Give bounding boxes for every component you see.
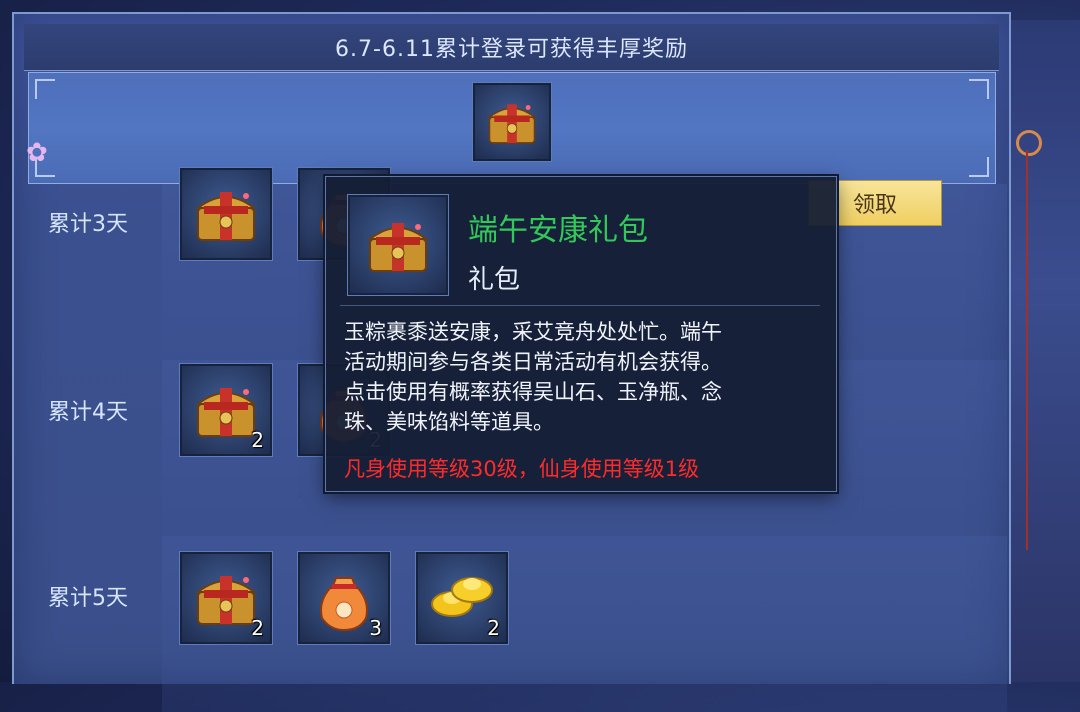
item-name: 端午安康礼包 <box>468 213 648 248</box>
treasure-chest-icon <box>483 93 541 151</box>
title-bar: 6.7-6.11累计登录可获得丰厚奖励 <box>24 24 999 71</box>
tooltip-item-slot <box>348 195 448 295</box>
reward-row-day5: 累计5天 2 3 2 <box>42 536 1007 712</box>
hanging-string <box>1026 150 1028 550</box>
item-count: 2 <box>251 616 264 640</box>
lamp-icon <box>1016 130 1042 156</box>
item-count: 2 <box>487 616 500 640</box>
description-line: 点击使用有概率获得吴山石、玉净瓶、念 <box>344 380 722 404</box>
row-background <box>162 536 1007 712</box>
divider <box>340 305 820 306</box>
treasure-chest-icon <box>190 178 262 250</box>
item-count: 2 <box>251 428 264 452</box>
reward-slot[interactable]: 2 <box>180 552 272 644</box>
corner-ornament <box>969 79 989 99</box>
description-line: 活动期间参与各类日常活动有机会获得。 <box>344 350 722 374</box>
reward-slot[interactable]: 2 <box>416 552 508 644</box>
level-requirement: 凡身使用等级30级，仙身使用等级1级 <box>344 457 700 481</box>
corner-ornament <box>35 79 55 99</box>
row-label: 累计4天 <box>48 400 128 425</box>
item-tooltip: 端午安康礼包 礼包 玉粽裹黍送安康，采艾竞舟处处忙。端午 活动期间参与各类日常活… <box>325 176 837 492</box>
header-banner <box>28 72 996 184</box>
row-label: 累计3天 <box>48 212 128 237</box>
item-type: 礼包 <box>468 265 521 295</box>
reward-slot[interactable]: 2 <box>180 364 272 456</box>
description-line: 玉粽裹黍送安康，采艾竞舟处处忙。端午 <box>344 320 722 344</box>
featured-gift-slot[interactable] <box>473 83 551 161</box>
item-count: 3 <box>369 616 382 640</box>
corner-ornament <box>969 157 989 177</box>
panel-title: 6.7-6.11累计登录可获得丰厚奖励 <box>335 37 688 62</box>
treasure-chest-icon <box>362 209 434 281</box>
plum-blossom-icon: ✿ <box>26 138 48 168</box>
reward-slot[interactable] <box>180 168 272 260</box>
row-label: 累计5天 <box>48 586 128 611</box>
reward-slot[interactable]: 3 <box>298 552 390 644</box>
item-description: 玉粽裹黍送安康，采艾竞舟处处忙。端午 活动期间参与各类日常活动有机会获得。 点击… <box>344 317 824 437</box>
description-line: 珠、美味馅料等道具。 <box>344 410 554 434</box>
